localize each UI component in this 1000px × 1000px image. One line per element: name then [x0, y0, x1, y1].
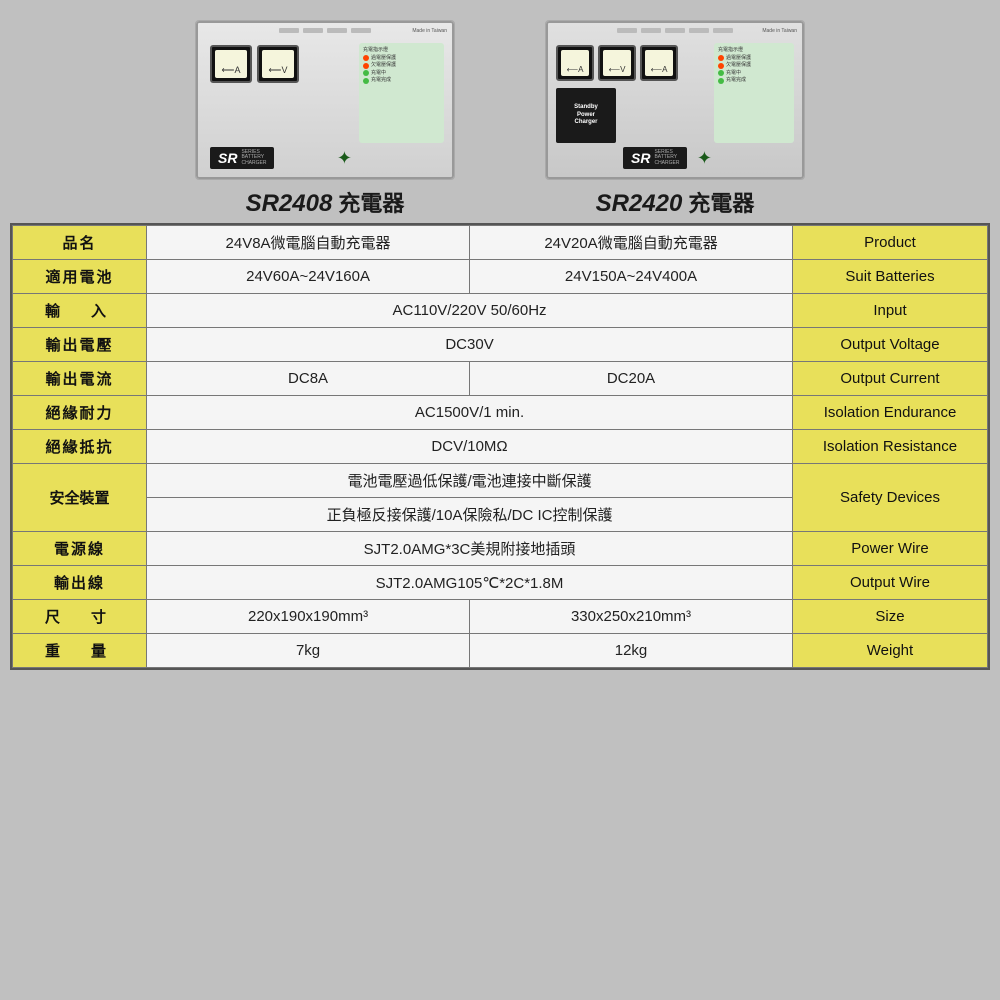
- value-sr2408-product: 24V8A微電腦自動充電器: [147, 226, 470, 260]
- label-output-wire: 輸出線: [13, 566, 147, 600]
- table-row: 品名 24V8A微電腦自動充電器 24V20A微電腦自動充電器 Product: [13, 226, 988, 260]
- value-isolation-resistance: DCV/10MΩ: [147, 430, 793, 464]
- table-row: 重 量 7kg 12kg Weight: [13, 634, 988, 668]
- table-row: 電源線 SJT2.0AMG*3C美規附接地插頭 Power Wire: [13, 532, 988, 566]
- label-output-current: 輸出電流: [13, 362, 147, 396]
- value-isolation-endurance: AC1500V/1 min.: [147, 396, 793, 430]
- en-output-current: Output Current: [793, 362, 988, 396]
- en-output-voltage: Output Voltage: [793, 328, 988, 362]
- label-input: 輸 入: [13, 294, 147, 328]
- product-title-sr2420: SR2420 充電器: [596, 186, 755, 218]
- value-output-wire: SJT2.0AMG105℃*2C*1.8M: [147, 566, 793, 600]
- value-sr2408-suit: 24V60A~24V160A: [147, 260, 470, 294]
- en-isolation-endurance: Isolation Endurance: [793, 396, 988, 430]
- table-row: 輸出電壓 DC30V Output Voltage: [13, 328, 988, 362]
- products-row: ⟵A ⟵V Made in Taiwan 充電指示燈 過電壓保護 欠電壓保護: [15, 10, 985, 218]
- en-size: Size: [793, 600, 988, 634]
- value-sr2420-suit: 24V150A~24V400A: [470, 260, 793, 294]
- value-sr2408-size: 220x190x190mm³: [147, 600, 470, 634]
- value-sr2420-weight: 12kg: [470, 634, 793, 668]
- value-sr2408-weight: 7kg: [147, 634, 470, 668]
- label-product: 品名: [13, 226, 147, 260]
- label-safety-devices: 安全裝置: [13, 464, 147, 532]
- en-isolation-resistance: Isolation Resistance: [793, 430, 988, 464]
- en-power-wire: Power Wire: [793, 532, 988, 566]
- product-image-sr2408: ⟵A ⟵V Made in Taiwan 充電指示燈 過電壓保護 欠電壓保護: [195, 20, 455, 180]
- spec-table: 品名 24V8A微電腦自動充電器 24V20A微電腦自動充電器 Product …: [12, 225, 988, 668]
- table-row: 尺 寸 220x190x190mm³ 330x250x210mm³ Size: [13, 600, 988, 634]
- value-sr2420-product: 24V20A微電腦自動充電器: [470, 226, 793, 260]
- value-sr2408-current: DC8A: [147, 362, 470, 396]
- value-sr2420-current: DC20A: [470, 362, 793, 396]
- table-row: 絕緣耐力 AC1500V/1 min. Isolation Endurance: [13, 396, 988, 430]
- en-input: Input: [793, 294, 988, 328]
- value-power-wire: SJT2.0AMG*3C美規附接地插頭: [147, 532, 793, 566]
- product-title-sr2408: SR2408 充電器: [246, 186, 405, 218]
- label-isolation-resistance: 絕緣抵抗: [13, 430, 147, 464]
- product-image-sr2420: ⟵A ⟵V ⟵A Made in Taiwan StandbyPowerChar…: [545, 20, 805, 180]
- en-product: Product: [793, 226, 988, 260]
- value-output-voltage: DC30V: [147, 328, 793, 362]
- label-power-wire: 電源線: [13, 532, 147, 566]
- table-row: 適用電池 24V60A~24V160A 24V150A~24V400A Suit…: [13, 260, 988, 294]
- table-row: 安全裝置 電池電壓過低保護/電池連接中斷保護 Safety Devices: [13, 464, 988, 498]
- product-block-sr2408: ⟵A ⟵V Made in Taiwan 充電指示燈 過電壓保護 欠電壓保護: [165, 20, 485, 218]
- en-safety-devices: Safety Devices: [793, 464, 988, 532]
- spec-table-wrapper: 品名 24V8A微電腦自動充電器 24V20A微電腦自動充電器 Product …: [10, 223, 990, 670]
- table-row: 輸出線 SJT2.0AMG105℃*2C*1.8M Output Wire: [13, 566, 988, 600]
- value-sr2420-size: 330x250x210mm³: [470, 600, 793, 634]
- en-suit-batteries: Suit Batteries: [793, 260, 988, 294]
- product-block-sr2420: ⟵A ⟵V ⟵A Made in Taiwan StandbyPowerChar…: [515, 20, 835, 218]
- label-size: 尺 寸: [13, 600, 147, 634]
- label-suit-batteries: 適用電池: [13, 260, 147, 294]
- value-safety-line1: 電池電壓過低保護/電池連接中斷保護: [147, 464, 793, 498]
- page-wrapper: T RTON ⟵A: [0, 0, 1000, 1000]
- label-weight: 重 量: [13, 634, 147, 668]
- en-weight: Weight: [793, 634, 988, 668]
- table-row: 輸出電流 DC8A DC20A Output Current: [13, 362, 988, 396]
- en-output-wire: Output Wire: [793, 566, 988, 600]
- value-input: AC110V/220V 50/60Hz: [147, 294, 793, 328]
- value-safety-line2: 正負極反接保護/10A保險私/DC IC控制保護: [147, 498, 793, 532]
- label-isolation-endurance: 絕緣耐力: [13, 396, 147, 430]
- label-output-voltage: 輸出電壓: [13, 328, 147, 362]
- table-row: 輸 入 AC110V/220V 50/60Hz Input: [13, 294, 988, 328]
- table-row: 絕緣抵抗 DCV/10MΩ Isolation Resistance: [13, 430, 988, 464]
